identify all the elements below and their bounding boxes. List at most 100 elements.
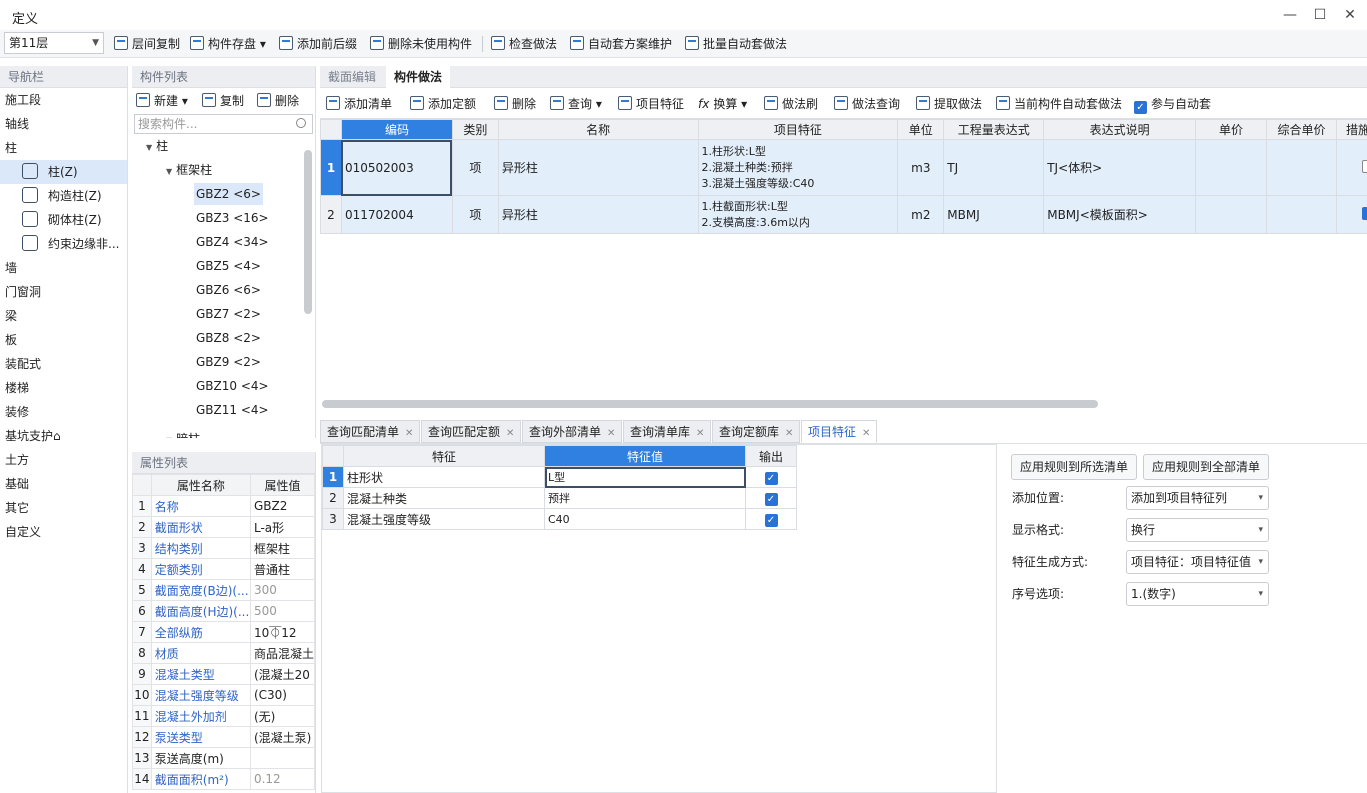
- component-list-scrollbar[interactable]: [304, 150, 312, 314]
- component-item[interactable]: GBZ8 <2>: [194, 327, 263, 349]
- grid-col-price[interactable]: 单价: [1195, 119, 1267, 140]
- grid-cell-code[interactable]: 011702004: [340, 195, 453, 234]
- attr-value[interactable]: (混凝土20: [249, 663, 316, 685]
- grid-col-total-price[interactable]: 综合单价: [1266, 119, 1337, 140]
- close-button[interactable]: ✕: [1337, 4, 1363, 26]
- grid-col-name[interactable]: 名称: [497, 119, 699, 140]
- table-row[interactable]: 5 截面宽度(B边)(... 300: [132, 579, 316, 601]
- attr-value[interactable]: (无): [249, 705, 316, 727]
- floor-select[interactable]: 第11层 ▼: [4, 32, 104, 54]
- table-row[interactable]: 2 011702004 项 异形柱 1.柱截面形状:L型 2.支模高度:3.6m…: [320, 195, 1367, 234]
- batch-auto-method-button[interactable]: 批量自动套做法: [685, 34, 787, 54]
- nav-item-column[interactable]: 柱: [0, 136, 127, 160]
- auto-scheme-button[interactable]: 自动套方案维护: [570, 34, 672, 54]
- close-icon[interactable]: ✕: [506, 428, 514, 439]
- add-position-select[interactable]: 添加到项目特征列 ▾: [1126, 486, 1269, 510]
- save-component-button[interactable]: 构件存盘 ▾: [190, 34, 266, 54]
- grid-col-measure[interactable]: 措施: [1335, 119, 1367, 140]
- nav-item-slab[interactable]: 板: [0, 328, 127, 352]
- grid-col-feature[interactable]: 项目特征: [697, 119, 899, 140]
- feature-name[interactable]: 混凝土种类: [343, 487, 545, 509]
- grid-cell-measure[interactable]: [1335, 139, 1367, 196]
- extract-method-button[interactable]: 提取做法: [916, 94, 982, 114]
- new-component-button[interactable]: 新建 ▾: [136, 91, 188, 111]
- add-list-button[interactable]: 添加清单: [326, 94, 392, 114]
- nav-item-custom[interactable]: 自定义: [0, 520, 127, 544]
- attr-value[interactable]: 500: [249, 600, 316, 622]
- feature-value[interactable]: L型: [544, 466, 746, 488]
- nav-item-decoration[interactable]: 装修: [0, 400, 127, 424]
- table-row[interactable]: 13 泵送高度(m): [132, 747, 316, 769]
- attr-value[interactable]: 框架柱: [249, 537, 316, 559]
- feat-col-value[interactable]: 特征值: [544, 445, 746, 467]
- feature-name[interactable]: 混凝土强度等级: [343, 508, 545, 530]
- table-row[interactable]: 3 结构类别 框架柱: [132, 537, 316, 559]
- measure-checkbox[interactable]: [1361, 206, 1367, 220]
- close-icon[interactable]: ✕: [785, 428, 793, 439]
- nav-sub-structural-column[interactable]: 构造柱(Z): [0, 184, 127, 208]
- grid-horizontal-scrollbar[interactable]: [322, 400, 1098, 408]
- grid-cell-expr[interactable]: TJ: [943, 139, 1045, 196]
- table-row[interactable]: 9 混凝土类型 (混凝土20: [132, 663, 316, 685]
- attr-value[interactable]: [249, 747, 316, 769]
- checkmark-icon[interactable]: ✓: [764, 513, 778, 527]
- component-item[interactable]: GBZ10 <4>: [194, 375, 271, 397]
- feature-name[interactable]: 柱形状: [343, 466, 545, 488]
- attr-value[interactable]: L-a形: [249, 516, 316, 538]
- component-item[interactable]: GBZ9 <2>: [194, 351, 263, 373]
- grid-cell-expr[interactable]: MBMJ: [943, 195, 1045, 234]
- nav-sub-masonry-column[interactable]: 砌体柱(Z): [0, 208, 127, 232]
- grid-cell-name[interactable]: 异形柱: [497, 195, 699, 234]
- grid-col-code[interactable]: 编码: [340, 119, 453, 140]
- close-icon[interactable]: ✕: [696, 428, 704, 439]
- grid-cell-unit[interactable]: m3: [897, 139, 945, 196]
- nav-item-earthwork[interactable]: 土方: [0, 448, 127, 472]
- grid-cell-feature[interactable]: 1.柱形状:L型 2.混凝土种类:预拌 3.混凝土强度等级:C40: [697, 139, 899, 196]
- delete-button[interactable]: 删除: [494, 94, 536, 114]
- apply-all-button[interactable]: 应用规则到全部清单: [1143, 454, 1270, 480]
- tab-item-feature[interactable]: 项目特征 ✕: [801, 420, 878, 443]
- attr-value[interactable]: 普通柱: [249, 558, 316, 580]
- tree-node-frame-column[interactable]: ▼ 框架柱: [132, 158, 315, 182]
- tab-external-list[interactable]: 查询外部清单 ✕: [522, 420, 623, 443]
- tab-list-library[interactable]: 查询清单库 ✕: [623, 420, 712, 443]
- nav-item-pit-support[interactable]: 基坑支护⌂: [0, 424, 127, 448]
- nav-item-beam[interactable]: 梁: [0, 304, 127, 328]
- grid-cell-desc[interactable]: MBMJ<模板面积>: [1043, 195, 1197, 234]
- grid-col-desc[interactable]: 表达式说明: [1043, 119, 1197, 140]
- grid-cell-unit[interactable]: m2: [897, 195, 945, 234]
- close-icon[interactable]: ✕: [862, 428, 870, 439]
- table-row[interactable]: 2 截面形状 L-a形: [132, 516, 316, 538]
- component-item[interactable]: GBZ3 <16>: [194, 207, 271, 229]
- participate-auto-checkbox[interactable]: ✓ 参与自动套: [1134, 94, 1211, 114]
- feature-value[interactable]: 预拌: [544, 487, 746, 509]
- nav-item-other[interactable]: 其它: [0, 496, 127, 520]
- table-row[interactable]: 4 定额类别 普通柱: [132, 558, 316, 580]
- query-button[interactable]: 查询 ▾: [550, 94, 602, 114]
- feat-col-feature[interactable]: 特征: [343, 445, 545, 467]
- tab-section-edit[interactable]: 截面编辑: [320, 66, 384, 88]
- table-row[interactable]: 1 柱形状 L型 ✓: [322, 466, 797, 488]
- checkmark-icon[interactable]: ✓: [764, 471, 778, 485]
- display-format-select[interactable]: 换行 ▾: [1126, 518, 1269, 542]
- table-row[interactable]: 6 截面高度(H边)(... 500: [132, 600, 316, 622]
- feature-value[interactable]: C40: [544, 508, 746, 530]
- attr-value[interactable]: 10⏁12: [249, 621, 316, 643]
- item-feature-button[interactable]: 项目特征: [618, 94, 684, 114]
- table-row[interactable]: 14 截面面积(m²) 0.12: [132, 768, 316, 790]
- add-quota-button[interactable]: 添加定额: [410, 94, 476, 114]
- copy-component-button[interactable]: 复制: [202, 91, 244, 111]
- delete-unused-button[interactable]: 删除未使用构件: [370, 34, 472, 54]
- table-row[interactable]: 10 混凝土强度等级 (C30): [132, 684, 316, 706]
- component-item[interactable]: GBZ5 <4>: [194, 255, 263, 277]
- grid-cell-feature[interactable]: 1.柱截面形状:L型 2.支模高度:3.6m以内: [697, 195, 899, 234]
- table-row[interactable]: 1 名称 GBZ2: [132, 495, 316, 517]
- table-row[interactable]: 2 混凝土种类 预拌 ✓: [322, 487, 797, 509]
- component-item[interactable]: GBZ4 <34>: [194, 231, 271, 253]
- grid-cell-price[interactable]: [1195, 195, 1267, 234]
- grid-col-unit[interactable]: 单位: [897, 119, 945, 140]
- tree-node-partial[interactable]: ▼ 暗柱: [166, 428, 200, 438]
- attr-value[interactable]: 商品混凝土: [249, 642, 316, 664]
- table-row[interactable]: 12 泵送类型 (混凝土泵): [132, 726, 316, 748]
- component-item[interactable]: GBZ6 <6>: [194, 279, 263, 301]
